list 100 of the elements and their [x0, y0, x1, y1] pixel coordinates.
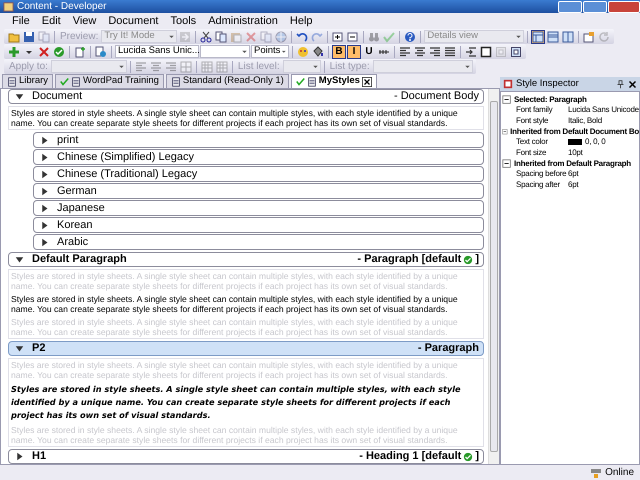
style-type: - Document Body	[394, 89, 479, 104]
copy-icon	[260, 30, 272, 42]
panel-icon	[503, 79, 513, 89]
group-header[interactable]: Inherited from Default Paragraph	[502, 158, 639, 169]
align-left-icon	[399, 46, 411, 58]
toolbar-button[interactable]	[311, 44, 325, 58]
toolbar-button[interactable]	[531, 30, 546, 44]
style-header[interactable]: Chinese (Traditional) Legacy	[33, 166, 484, 182]
document-tab[interactable]: Standard (Read-Only 1)	[166, 74, 289, 88]
toolbar-button[interactable]	[443, 44, 457, 58]
property-name: Font style	[516, 116, 550, 126]
sample-text: Styles are stored in style sheets. A single style sheet can contain multiple styles, with each style identified by a unique name. You can create separate style sheets for different projects if each project has its own set of visual standards.	[11, 294, 459, 314]
toolbar-label: List level:	[236, 60, 281, 74]
frame-icon	[495, 46, 507, 58]
menu-item[interactable]: Administration	[202, 12, 284, 30]
maximize-button[interactable]	[583, 0, 607, 12]
globe-icon	[275, 30, 288, 42]
toolbar-button[interactable]	[346, 30, 360, 44]
table-icon	[216, 60, 228, 72]
style-header[interactable]: print	[33, 132, 484, 148]
dropdown[interactable]: Lucida Sans Unic...	[115, 45, 199, 58]
toolbar-button[interactable]	[94, 44, 108, 58]
menu-item[interactable]: View	[66, 12, 102, 30]
toolbar-button[interactable]	[398, 44, 412, 58]
collapse-arrow-icon	[15, 255, 24, 264]
property-value: 10pt	[568, 148, 583, 158]
app-icon	[3, 1, 14, 12]
toolbar-button[interactable]	[413, 44, 427, 58]
grid-icon	[180, 60, 192, 72]
cut-icon	[200, 30, 212, 42]
toolbar-button[interactable]	[479, 44, 493, 58]
check-icon	[60, 77, 70, 86]
style-header[interactable]: Default Paragraph - Paragraph [default ]	[8, 252, 484, 267]
style-header[interactable]: H1 - Heading 1 [default ]	[8, 449, 484, 464]
style-header[interactable]: P2 - Paragraph	[8, 341, 484, 356]
redo-icon	[311, 30, 324, 42]
format-button[interactable]: B	[332, 44, 346, 58]
toolbar-label: Apply to:	[8, 60, 49, 74]
menu-item[interactable]: Document	[102, 12, 164, 30]
document-tab[interactable]: MyStyles	[290, 74, 377, 88]
toolbar-label: Preview:	[59, 30, 100, 44]
toolbar-button[interactable]	[582, 30, 596, 44]
close-button[interactable]	[608, 0, 640, 12]
style-name: Chinese (Simplified) Legacy	[57, 150, 194, 165]
menu-item[interactable]: Edit	[36, 12, 67, 30]
format-button[interactable]: I	[347, 44, 361, 58]
style-name: H1	[32, 449, 46, 464]
dropdown[interactable]: Points	[251, 45, 289, 58]
minimize-button[interactable]	[558, 0, 582, 12]
style-header[interactable]: Arabic	[33, 234, 484, 250]
toolbar-button[interactable]	[331, 30, 346, 44]
delete-icon	[245, 30, 258, 42]
style-header[interactable]: Korean	[33, 217, 484, 233]
toolbar-button[interactable]	[199, 30, 214, 44]
sample-text: Styles are stored in style sheets. A single style sheet can contain multiple styles, with each style identified by a unique name. You can create separate style sheets for different projects if each project has its own set of visual standards.	[11, 383, 462, 422]
toolbar-button[interactable]	[73, 44, 87, 58]
close-icon	[628, 80, 637, 88]
justify-icon	[444, 46, 456, 58]
style-header[interactable]: Document - Document Body	[8, 89, 484, 104]
align-right-icon	[164, 60, 177, 72]
property-name: Spacing before	[516, 169, 568, 180]
style-name: P2	[32, 341, 46, 356]
toolbar-button[interactable]	[428, 44, 442, 58]
toolbar-button[interactable]	[509, 44, 523, 58]
copy-icon	[38, 30, 50, 42]
menu-item[interactable]: Help	[284, 12, 319, 30]
scrollbar[interactable]	[488, 89, 499, 464]
menu-item[interactable]: File	[6, 12, 36, 30]
document-tab[interactable]: WordPad Training	[55, 74, 164, 88]
format-button[interactable]: U	[362, 44, 376, 58]
copy-icon	[215, 30, 228, 42]
toolbar-button[interactable]	[464, 44, 478, 58]
add-icon	[8, 46, 20, 58]
property-value: 6pt	[568, 180, 578, 190]
align-right-icon	[429, 46, 441, 58]
toolbar-button[interactable]	[214, 30, 228, 44]
document-tab[interactable]: Library	[2, 74, 54, 88]
toolbar-button[interactable]	[22, 30, 36, 44]
style-name: print	[57, 132, 78, 148]
toolbar-button[interactable]	[403, 30, 418, 44]
window-title: Content - Developer	[17, 0, 106, 14]
bracket-text: ]	[475, 449, 479, 464]
status-text: Online	[605, 466, 634, 480]
delete-icon	[38, 46, 50, 58]
align-left-icon	[134, 60, 147, 72]
pin-icon	[616, 80, 625, 88]
property-value: Italic, Bold	[568, 116, 602, 126]
style-header[interactable]: Chinese (Simplified) Legacy	[33, 149, 484, 165]
group-header[interactable]: Inherited from Default Document Bo	[502, 126, 639, 137]
bracket-text: ]	[475, 252, 479, 268]
sample-text: Styles are stored in style sheets. A single style sheet can contain multiple styles, with each style identified by a unique name. You can create separate style sheets for different projects if each project has its own set of visual standards.	[11, 360, 459, 380]
property-name: Spacing after	[516, 180, 561, 190]
toolbar-button[interactable]	[561, 30, 576, 44]
menu-item[interactable]: Tools	[164, 12, 202, 30]
toolbar-button[interactable]	[546, 30, 560, 44]
style-header[interactable]: German	[33, 183, 484, 199]
style-name: Japanese	[57, 200, 105, 216]
group-header[interactable]: Selected: Paragraph	[502, 94, 639, 105]
paste-icon	[230, 30, 242, 42]
style-header[interactable]: Japanese	[33, 200, 484, 216]
